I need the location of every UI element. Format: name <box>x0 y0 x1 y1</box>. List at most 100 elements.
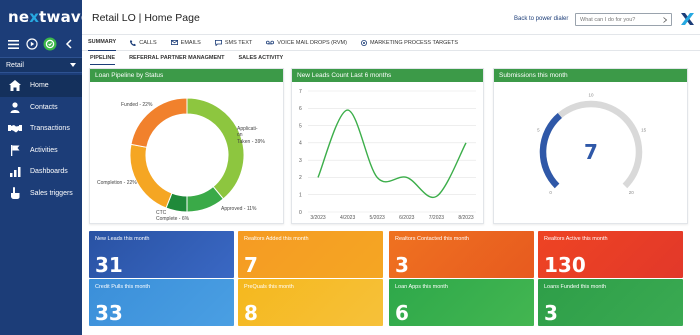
gauge-value: 7 <box>584 140 598 164</box>
refresh-check-icon[interactable] <box>43 37 57 51</box>
tile-value: 33 <box>95 301 123 325</box>
tab-label: EMAILS <box>180 39 201 46</box>
tile-loans-funded[interactable]: Loans Funded this month 3 <box>538 279 683 326</box>
donut-label-approved: Approved - 11% <box>221 206 257 212</box>
tab-label: SMS TEXT <box>224 39 253 46</box>
tile-credit-pulls[interactable]: Credit Pulls this month 33 <box>89 279 234 326</box>
tile-label: Loan Apps this month <box>395 284 448 290</box>
x-tick-label: 4/2023 <box>340 215 356 221</box>
y-tick-label: 2 <box>299 175 302 181</box>
tab-calls[interactable]: CALLS <box>130 35 157 51</box>
tile-realtors-added[interactable]: Realtors Added this month 7 <box>238 231 383 278</box>
tile-prequals[interactable]: PreQuals this month 8 <box>238 279 383 326</box>
main-tabs: SUMMARY CALLS EMAILS SMS TEXT VOICE MAIL… <box>82 34 700 51</box>
sidebar-nav: Home Contacts Transactions Activities Da… <box>0 75 82 204</box>
home-icon <box>8 80 22 92</box>
panel-title: Loan Pipeline by Status <box>90 69 283 82</box>
tile-value: 31 <box>95 253 123 277</box>
subtab-pipeline[interactable]: PIPELINE <box>90 51 116 65</box>
loan-pipeline-panel: Loan Pipeline by Status Applicati-on Take… <box>89 68 284 224</box>
donut-slice-application-taken[interactable] <box>186 97 245 200</box>
tab-label: CALLS <box>139 39 157 46</box>
logo-prefix: ne <box>8 8 30 26</box>
sidebar-item-label: Activities <box>30 146 58 154</box>
tile-label: PreQuals this month <box>244 284 294 290</box>
hamburger-menu-icon[interactable] <box>6 37 20 51</box>
tab-label: MARKETING PROCESS TARGETS <box>369 39 459 46</box>
tile-value: 130 <box>544 253 586 277</box>
tile-loan-apps[interactable]: Loan Apps this month 6 <box>389 279 534 326</box>
y-tick-label: 7 <box>299 89 302 95</box>
handshake-icon <box>8 123 22 135</box>
top-header: Retail LO | Home Page Back to power dial… <box>82 0 700 34</box>
back-to-power-dialer-link[interactable]: Back to power dialer <box>514 16 568 22</box>
tile-realtors-contacted[interactable]: Realtors Contacted this month 3 <box>389 231 534 278</box>
subtab-referral-partner-management[interactable]: REFERRAL PARTNER MANAGMENT <box>129 51 224 65</box>
new-leads-line-chart: 0 1 2 3 4 5 6 7 3/2023 4/2023 5/2023 6/2023 7/2023 8/… <box>299 89 476 221</box>
sidebar-item-home[interactable]: Home <box>0 75 82 97</box>
donut-label-application-taken: Applicati-on Taken - 39% <box>237 126 265 145</box>
sidebar-item-label: Sales triggers <box>30 189 73 197</box>
mail-icon <box>170 40 178 45</box>
tile-value: 3 <box>395 253 409 277</box>
gauge-tick-label: 10 <box>588 93 594 98</box>
tab-label: SUMMARY <box>88 39 117 45</box>
donut-label-ctc-complete: CTC Complete - 6% <box>156 210 190 223</box>
team-select[interactable]: Retail <box>0 57 82 73</box>
tile-label: New Leads this month <box>95 236 150 242</box>
tile-value: 8 <box>244 301 258 325</box>
x-tick-label: 6/2023 <box>399 215 415 221</box>
tab-emails[interactable]: EMAILS <box>170 35 201 51</box>
y-tick-label: 5 <box>299 123 302 129</box>
brand-logo[interactable]: ne x twave <box>0 0 91 34</box>
tab-label: VOICE MAIL DROPS (RVM) <box>277 39 347 46</box>
gauge-tick-label: 0 <box>549 190 552 195</box>
sidebar-item-activities[interactable]: Activities <box>0 140 82 162</box>
x-tick-label: 3/2023 <box>310 215 326 221</box>
tile-label: Realtors Contacted this month <box>395 236 469 242</box>
bar-chart-icon <box>8 166 22 178</box>
command-search-input[interactable]: What can I do for you? <box>575 13 672 26</box>
team-select-value: Retail <box>6 61 24 69</box>
tile-value: 6 <box>395 301 409 325</box>
voicemail-icon <box>266 40 275 45</box>
sidebar-item-contacts[interactable]: Contacts <box>0 97 82 119</box>
flag-icon <box>8 144 22 156</box>
pipeline-donut-chart <box>129 97 245 213</box>
target-icon <box>360 39 367 46</box>
tile-label: Realtors Added this month <box>244 236 309 242</box>
sms-icon <box>214 39 222 46</box>
sidebar-item-sales-triggers[interactable]: Sales triggers <box>0 183 82 205</box>
chevron-right-icon <box>663 16 667 23</box>
sidebar-item-dashboards[interactable]: Dashboards <box>0 161 82 183</box>
y-tick-label: 4 <box>299 141 302 147</box>
y-tick-label: 6 <box>299 106 302 112</box>
phone-icon <box>130 39 137 46</box>
person-icon <box>8 101 22 113</box>
sidebar: ne x twave Retail Home Contacts Transactio… <box>0 0 91 335</box>
new-leads-panel: New Leads Count Last 6 months 0 1 2 3 4 5 6 7 3/… <box>291 68 484 224</box>
leads-series-line[interactable] <box>317 109 467 199</box>
y-tick-label: 0 <box>299 210 302 216</box>
subtab-sales-activity[interactable]: SALES ACTIVITY <box>239 51 284 65</box>
tab-voicemail-drops[interactable]: VOICE MAIL DROPS (RVM) <box>266 35 347 51</box>
x-tick-label: 7/2023 <box>429 215 445 221</box>
tab-summary[interactable]: SUMMARY <box>88 35 117 51</box>
tab-marketing-process-targets[interactable]: MARKETING PROCESS TARGETS <box>360 35 459 51</box>
panel-title: Submissions this month <box>494 69 687 82</box>
page-title: Retail LO | Home Page <box>92 12 200 24</box>
app-logo-icon[interactable] <box>681 13 694 25</box>
tile-realtors-active[interactable]: Realtors Active this month 130 <box>538 231 683 278</box>
logo-x: x <box>29 8 40 26</box>
dropdown-caret-icon <box>70 63 76 67</box>
tile-new-leads[interactable]: New Leads this month 31 <box>89 231 234 278</box>
search-placeholder: What can I do for you? <box>580 16 636 23</box>
collapse-chevron-icon[interactable] <box>62 37 76 51</box>
tab-sms-text[interactable]: SMS TEXT <box>214 35 253 51</box>
sidebar-item-transactions[interactable]: Transactions <box>0 118 82 140</box>
donut-slice-completion[interactable] <box>129 143 173 209</box>
panel-title: New Leads Count Last 6 months <box>292 69 483 82</box>
sidebar-item-label: Dashboards <box>30 168 68 176</box>
sidebar-item-label: Contacts <box>30 103 58 111</box>
play-circle-icon[interactable] <box>25 37 39 51</box>
